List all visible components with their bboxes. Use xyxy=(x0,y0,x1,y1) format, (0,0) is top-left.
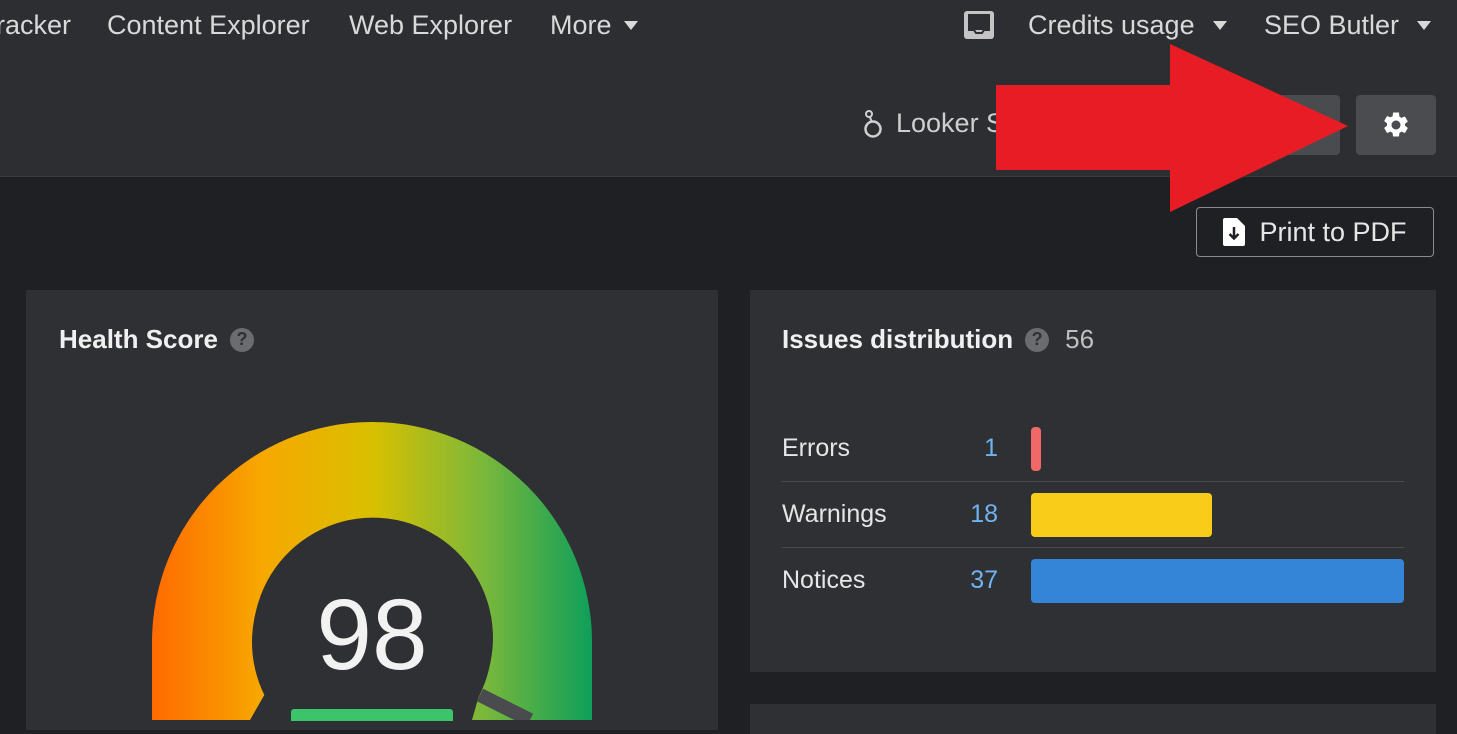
looker-label: Looker S xyxy=(896,108,1005,138)
panel-title: Issues distribution ? 56 xyxy=(782,324,1094,355)
issues-distribution-panel: Issues distribution ? 56 Errors 1 Warnin… xyxy=(750,290,1436,672)
health-score-value: 98 xyxy=(316,579,428,691)
issue-row-notices[interactable]: Notices 37 xyxy=(782,548,1404,614)
nav-content-explorer[interactable]: Content Explorer xyxy=(107,10,310,41)
toolbar-button[interactable] xyxy=(1270,95,1340,155)
looker-icon xyxy=(864,109,882,138)
chevron-down-icon xyxy=(1417,21,1432,30)
issue-label: Notices xyxy=(782,566,866,594)
next-panel xyxy=(750,704,1436,734)
issue-row-errors[interactable]: Errors 1 xyxy=(782,416,1404,482)
issue-bar xyxy=(1031,493,1212,537)
issues-total: 56 xyxy=(1065,324,1095,354)
print-label: Print to PDF xyxy=(1259,216,1407,247)
issue-label: Warnings xyxy=(782,500,887,528)
health-score-title: Health Score xyxy=(59,324,218,354)
credits-usage-label: Credits usage xyxy=(1028,10,1195,40)
nav-more-menu[interactable]: More xyxy=(550,10,638,41)
issue-row-warnings[interactable]: Warnings 18 xyxy=(782,482,1404,548)
file-download-icon xyxy=(1223,218,1246,246)
nav-label: Web Explorer xyxy=(349,10,513,40)
gear-icon xyxy=(1384,112,1408,137)
score-badge xyxy=(291,709,453,721)
account-menu[interactable]: SEO Butler xyxy=(1264,10,1432,41)
credits-usage-menu[interactable]: Credits usage xyxy=(1028,10,1227,41)
issue-bar xyxy=(1031,559,1404,603)
nav-label: More xyxy=(550,10,612,40)
chevron-down-icon xyxy=(1212,21,1227,30)
help-icon[interactable]: ? xyxy=(229,327,254,352)
project-toolbar xyxy=(0,56,1457,177)
nav-label: racker xyxy=(0,10,72,40)
nav-label: Content Explorer xyxy=(107,10,310,40)
issue-count[interactable]: 37 xyxy=(970,566,998,595)
inbox-icon[interactable] xyxy=(963,10,995,40)
chevron-down-icon xyxy=(623,21,638,30)
issue-label: Errors xyxy=(782,434,851,462)
settings-button[interactable] xyxy=(1356,95,1436,155)
issue-count[interactable]: 18 xyxy=(970,500,998,529)
looker-studio-link[interactable]: Looker S xyxy=(862,108,1004,139)
print-to-pdf-button[interactable]: Print to PDF xyxy=(1196,207,1434,257)
nav-web-explorer[interactable]: Web Explorer xyxy=(349,10,512,41)
nav-rank-tracker[interactable]: racker xyxy=(0,10,71,41)
top-navigation: racker Content Explorer Web Explorer Mor… xyxy=(0,0,1457,56)
account-name: SEO Butler xyxy=(1264,10,1400,40)
issue-count[interactable]: 1 xyxy=(984,434,998,463)
issues-title: Issues distribution xyxy=(782,324,1014,354)
panel-title: Health Score ? xyxy=(59,324,254,355)
help-icon[interactable]: ? xyxy=(1025,327,1050,352)
issue-bar xyxy=(1031,427,1041,471)
